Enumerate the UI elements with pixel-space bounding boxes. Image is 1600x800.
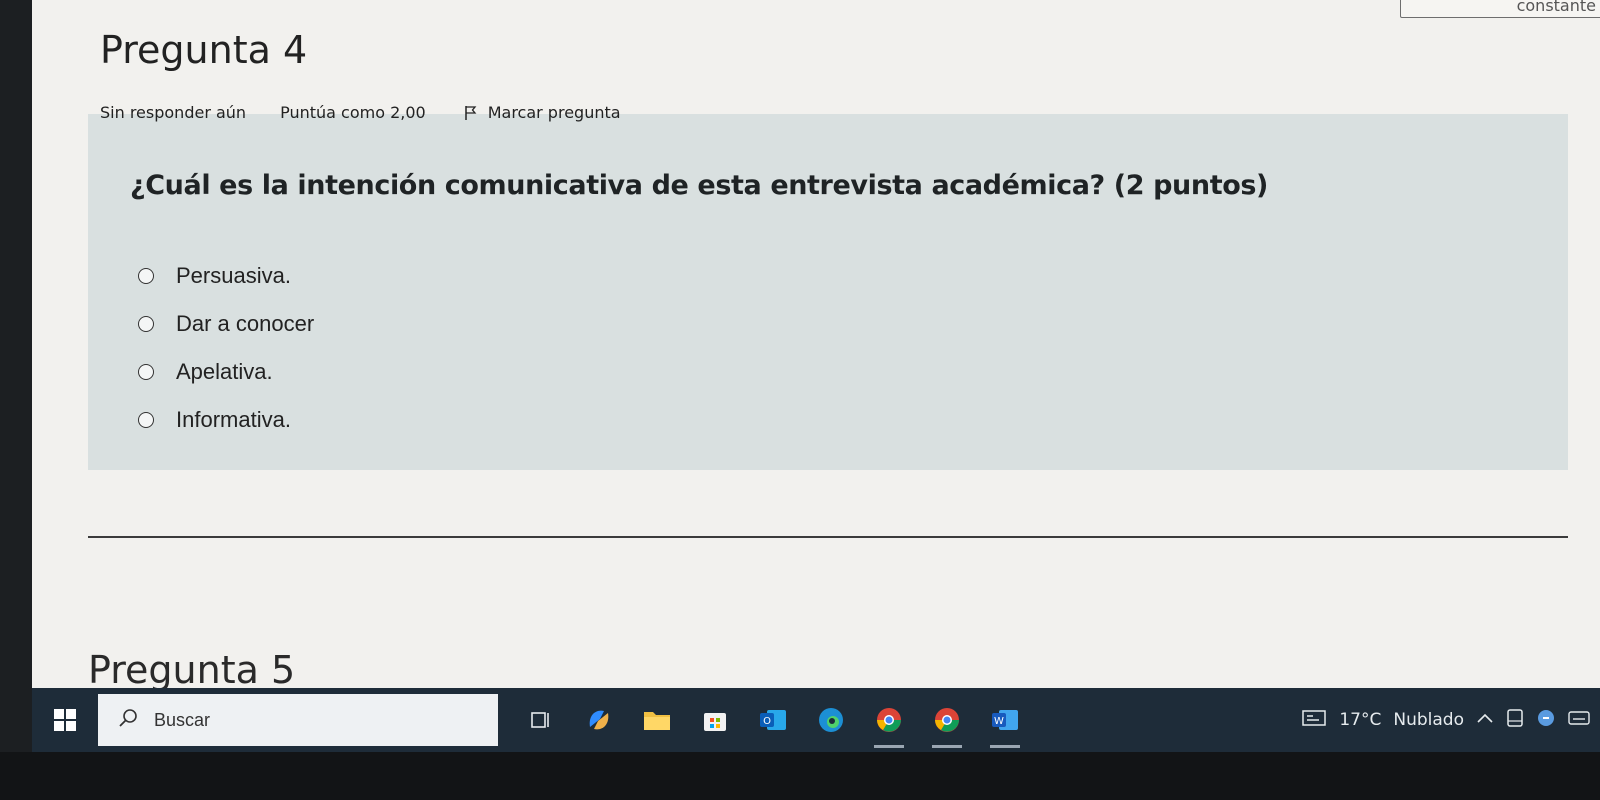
active-indicator	[990, 745, 1020, 748]
question-text: ¿Cuál es la intención comunicativa de es…	[130, 170, 1268, 201]
windows-start-icon[interactable]	[32, 688, 98, 752]
touchpad-icon[interactable]	[1506, 708, 1524, 733]
app-tray-icon[interactable]	[1536, 708, 1556, 733]
question-info: Sin responder aún Puntúa como 2,00 Marca…	[100, 103, 621, 122]
answer-option-3[interactable]: Apelativa.	[138, 348, 314, 396]
weather-condition[interactable]: Nublado	[1393, 710, 1464, 730]
search-icon	[118, 708, 138, 732]
system-tray: 17°C Nublado	[1289, 708, 1600, 733]
chrome-icon[interactable]	[860, 688, 918, 752]
question-grade: Puntúa como 2,00	[280, 103, 426, 122]
microsoft-store-icon[interactable]	[686, 688, 744, 752]
flag-icon	[464, 105, 478, 121]
answer-option-2[interactable]: Dar a conocer	[138, 300, 314, 348]
answer-label: Persuasiva.	[176, 263, 291, 288]
outlook-icon[interactable]: O	[744, 688, 802, 752]
copilot-icon[interactable]	[570, 688, 628, 752]
svg-text:W: W	[994, 716, 1004, 727]
active-indicator	[932, 745, 962, 748]
taskbar-apps: O W	[512, 688, 1034, 752]
keyboard-icon[interactable]	[1568, 710, 1590, 731]
answer-label: Informativa.	[176, 407, 291, 432]
file-explorer-icon[interactable]	[628, 688, 686, 752]
weather-temperature[interactable]: 17°C	[1339, 710, 1381, 730]
flag-question-label: Marcar pregunta	[487, 103, 621, 122]
next-question-title: Pregunta 5	[88, 648, 296, 692]
edge-icon[interactable]	[802, 688, 860, 752]
top-right-text: constante	[1516, 0, 1596, 15]
taskbar-search-input[interactable]: Buscar	[98, 694, 498, 746]
svg-text:O: O	[763, 716, 771, 727]
task-view-icon[interactable]	[512, 688, 570, 752]
taskbar: Buscar O W 17°C Nublado	[32, 688, 1600, 752]
question-title: Pregunta 4	[100, 28, 308, 72]
radio-button[interactable]	[138, 364, 154, 380]
answer-label: Apelativa.	[176, 359, 273, 384]
question-divider	[88, 536, 1568, 538]
screen-bezel	[0, 752, 1600, 800]
word-icon[interactable]: W	[976, 688, 1034, 752]
radio-button[interactable]	[138, 412, 154, 428]
answer-option-4[interactable]: Informativa.	[138, 396, 314, 444]
question-status: Sin responder aún	[100, 103, 247, 122]
answer-option-1[interactable]: Persuasiva.	[138, 252, 314, 300]
weather-icon[interactable]	[1301, 708, 1327, 733]
answer-label: Dar a conocer	[176, 311, 315, 336]
search-placeholder: Buscar	[154, 709, 211, 730]
flag-question-button[interactable]: Marcar pregunta	[464, 103, 621, 122]
active-indicator	[874, 745, 904, 748]
chevron-up-icon[interactable]	[1476, 710, 1494, 730]
chrome-profile-icon[interactable]	[918, 688, 976, 752]
radio-button[interactable]	[138, 268, 154, 284]
radio-button[interactable]	[138, 316, 154, 332]
answer-options: Persuasiva. Dar a conocer Apelativa. Inf…	[138, 252, 314, 444]
